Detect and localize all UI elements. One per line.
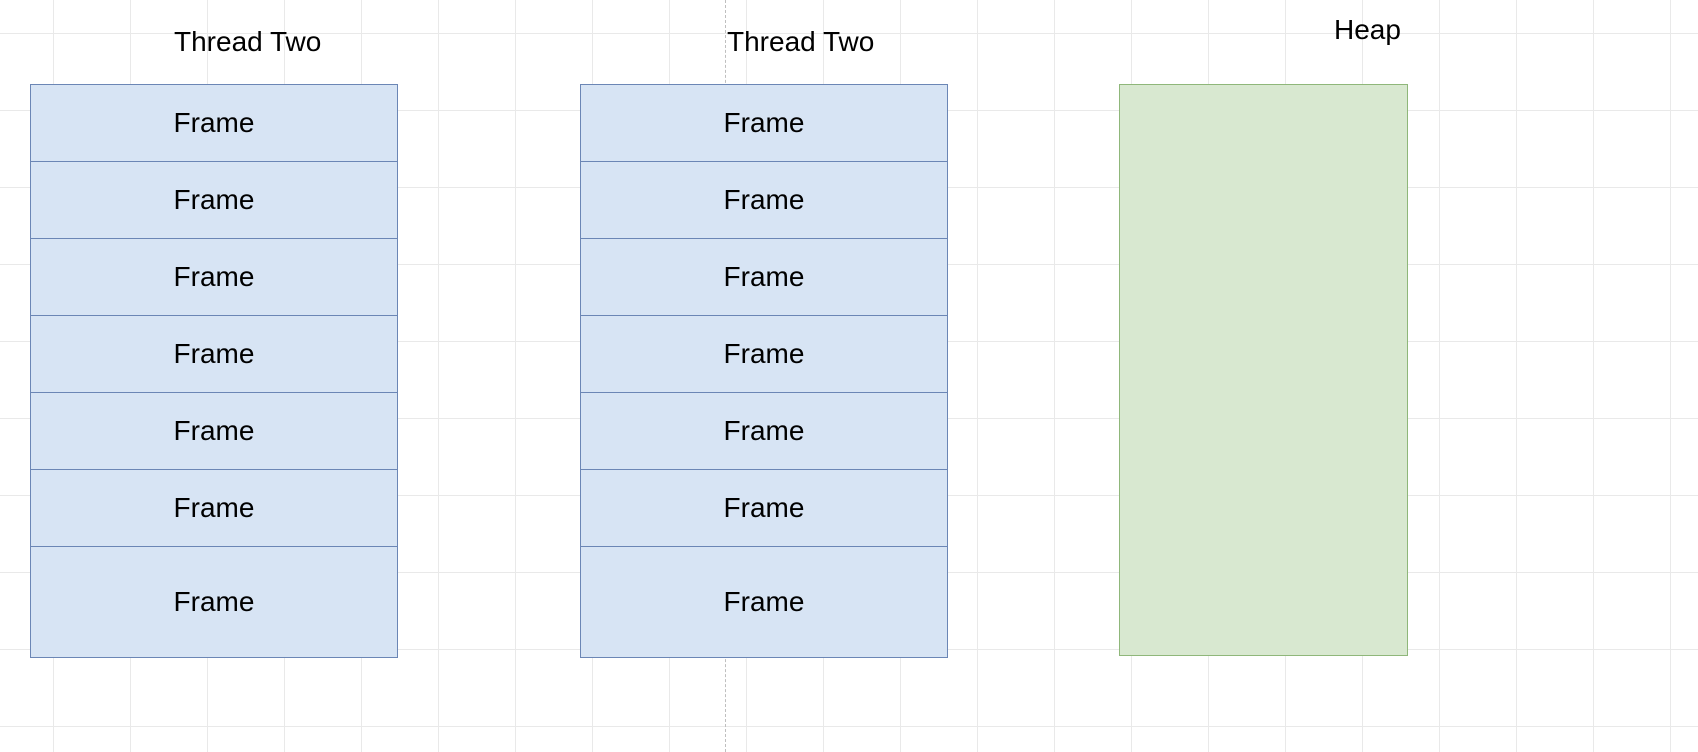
- stack-frame: Frame: [581, 393, 947, 470]
- heap-box: [1119, 84, 1408, 656]
- stack-frame: Frame: [581, 239, 947, 316]
- stack-frame: Frame: [31, 85, 397, 162]
- stack-frame: Frame: [31, 470, 397, 547]
- thread-one-title: Thread Two: [174, 26, 321, 58]
- stack-frame: Frame: [581, 470, 947, 547]
- heap-title: Heap: [1334, 14, 1401, 46]
- stack-frame: Frame: [31, 239, 397, 316]
- stack-frame: Frame: [581, 85, 947, 162]
- thread-one-stack: Frame Frame Frame Frame Frame Frame Fram…: [30, 84, 398, 658]
- stack-frame: Frame: [31, 316, 397, 393]
- stack-frame: Frame: [581, 316, 947, 393]
- stack-frame: Frame: [31, 393, 397, 470]
- stack-frame: Frame: [581, 547, 947, 657]
- stack-frame: Frame: [31, 547, 397, 657]
- stack-frame: Frame: [581, 162, 947, 239]
- thread-two-stack: Frame Frame Frame Frame Frame Frame Fram…: [580, 84, 948, 658]
- thread-two-title: Thread Two: [727, 26, 874, 58]
- stack-frame: Frame: [31, 162, 397, 239]
